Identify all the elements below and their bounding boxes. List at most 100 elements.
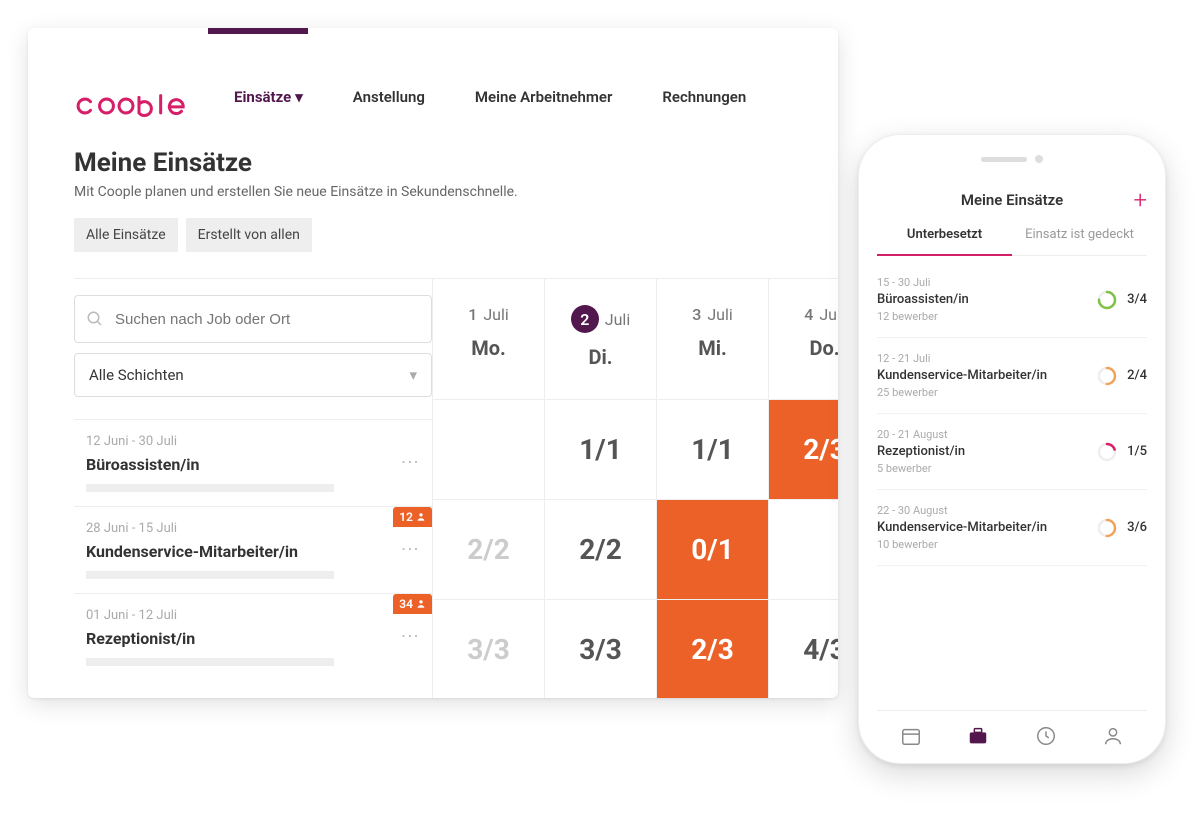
progress-bar [86,571,334,579]
left-column: Alle Schichten ▾ 12 Juni - 30 Juli Büroa… [74,279,432,698]
desktop-window: Einsätze ▾ Anstellung Meine Arbeitnehmer… [28,28,838,698]
staffing-cell[interactable]: 2/3 [769,399,838,499]
phone-list: 15 - 30 Juli Büroassisten/in 12 bewerber… [877,256,1147,566]
job-row[interactable]: 12 28 Juni - 15 Juli Kundenservice-Mitar… [74,506,432,593]
item-applicants: 25 bewerber [877,386,1047,399]
calendar-weekday: Mi. [657,336,768,360]
nav-profile-icon[interactable] [1102,725,1124,747]
shift-select[interactable]: Alle Schichten ▾ [74,353,432,397]
calendar-weekday: Di. [545,345,656,369]
tab-unterbesetzt[interactable]: Unterbesetzt [877,227,1012,256]
nav-anstellung[interactable]: Anstellung [353,88,425,106]
item-count: 3/6 [1127,520,1147,535]
search-icon [75,310,115,328]
phone-list-item[interactable]: 22 - 30 August Kundenservice-Mitarbeiter… [877,490,1147,566]
job-row[interactable]: 12 Juni - 30 Juli Büroassisten/in ⋮ [74,419,432,506]
item-dates: 22 - 30 August [877,504,1047,517]
phone-mockup: Meine Einsätze + Unterbesetzt Einsatz is… [858,134,1166,764]
item-dates: 12 - 21 Juli [877,352,1047,365]
item-count: 1/5 [1127,444,1147,459]
filter-chips: Alle Einsätze Erstellt von allen [74,218,312,252]
tab-gedeckt[interactable]: Einsatz ist gedeckt [1012,227,1147,255]
calendar-column: 4 JuliDo.2/34/3 [768,279,838,698]
staffing-cell[interactable]: 3/3 [545,599,656,698]
staffing-cell[interactable]: 1/1 [657,399,768,499]
job-dates: 12 Juni - 30 Juli [86,434,396,449]
item-applicants: 10 bewerber [877,538,1047,551]
job-row[interactable]: 34 01 Juni - 12 Juli Rezeptionist/in ⋮ [74,593,432,680]
more-icon[interactable]: ⋮ [399,540,420,560]
nav-arbeitnehmer[interactable]: Meine Arbeitnehmer [475,88,612,106]
search-box[interactable] [74,295,432,343]
add-button[interactable]: + [1133,186,1147,214]
camera-icon [1035,155,1043,163]
calendar-column: 1 Juli Mo. 2/23/3 [432,279,544,698]
phone-list-item[interactable]: 12 - 21 Juli Kundenservice-Mitarbeiter/i… [877,338,1147,414]
more-icon[interactable]: ⋮ [399,453,420,473]
job-dates: 01 Juni - 12 Juli [86,608,396,623]
top-nav: Einsätze ▾ Anstellung Meine Arbeitnehmer… [234,88,746,106]
progress-bar [86,484,334,492]
job-dates: 28 Juni - 15 Juli [86,521,396,536]
staffing-cell[interactable]: 2/2 [545,499,656,599]
chevron-down-icon: ▾ [409,366,417,384]
item-count: 3/4 [1127,292,1147,307]
staffing-cell[interactable]: 2/2 [433,499,544,599]
nav-briefcase-icon[interactable] [967,725,989,747]
item-applicants: 12 bewerber [877,310,969,323]
phone-notch [877,155,1147,163]
calendar-day[interactable]: 4 Juli [769,305,838,324]
speaker-icon [981,157,1027,162]
progress-ring-icon [1097,366,1117,386]
staffing-cell[interactable]: 4/3 [769,599,838,698]
chevron-down-icon: ▾ [295,88,303,106]
calendar-day[interactable]: 3 Juli [657,305,768,324]
item-title: Kundenservice-Mitarbeiter/in [877,520,1047,535]
staffing-cell[interactable] [433,399,544,499]
calendar-weekday: Mo. [433,336,544,360]
phone-header: Meine Einsätze + [877,191,1147,209]
job-title: Kundenservice-Mitarbeiter/in [86,542,396,561]
staffing-cell[interactable]: 1/1 [545,399,656,499]
job-title: Rezeptionist/in [86,629,396,648]
phone-bottom-nav [877,710,1147,747]
page-subtitle: Mit Coople planen und erstellen Sie neue… [74,184,838,200]
item-dates: 20 - 21 August [877,428,965,441]
nav-calendar-icon[interactable] [900,725,922,747]
page-header: Meine Einsätze Mit Coople planen und ers… [74,148,838,200]
job-title: Büroassisten/in [86,455,396,474]
phone-list-item[interactable]: 15 - 30 Juli Büroassisten/in 12 bewerber… [877,262,1147,338]
nav-einsaetze[interactable]: Einsätze ▾ [234,88,303,106]
item-dates: 15 - 30 Juli [877,276,969,289]
chip-all-einsaetze[interactable]: Alle Einsätze [74,218,178,252]
calendar-column: 3 Juli Mi. 1/10/12/3 [656,279,768,698]
calendar-grid: Alle Schichten ▾ 12 Juni - 30 Juli Büroa… [74,278,838,698]
item-title: Büroassisten/in [877,292,969,307]
item-count: 2/4 [1127,368,1147,383]
staffing-cell[interactable] [769,499,838,599]
phone-title: Meine Einsätze [961,191,1063,209]
page-title: Meine Einsätze [74,148,838,178]
nav-clock-icon[interactable] [1035,725,1057,747]
search-input[interactable] [115,311,431,328]
brand-logo [74,86,204,130]
calendar-columns: 1 JuliMo.2/23/32 JuliDi.1/12/23/33 JuliM… [432,279,838,698]
chip-erstellt-von-allen[interactable]: Erstellt von allen [186,218,312,252]
progress-bar [86,658,334,666]
staffing-cell[interactable]: 3/3 [433,599,544,698]
nav-label: Einsätze [234,88,291,106]
progress-ring-icon [1097,290,1117,310]
staffing-cell[interactable]: 2/3 [657,599,768,698]
nav-active-indicator [208,28,308,34]
calendar-day[interactable]: 1 Juli [433,305,544,324]
applicants-badge: 12 [393,507,432,527]
staffing-cell[interactable]: 0/1 [657,499,768,599]
item-applicants: 5 bewerber [877,462,965,475]
phone-list-item[interactable]: 20 - 21 August Rezeptionist/in 5 bewerbe… [877,414,1147,490]
calendar-column: 2 Juli Di. 1/12/23/3 [544,279,656,698]
nav-rechnungen[interactable]: Rechnungen [662,88,746,106]
select-label: Alle Schichten [89,366,184,384]
more-icon[interactable]: ⋮ [399,627,420,647]
calendar-day[interactable]: 2 Juli [545,305,656,333]
phone-tabs: Unterbesetzt Einsatz ist gedeckt [877,227,1147,256]
